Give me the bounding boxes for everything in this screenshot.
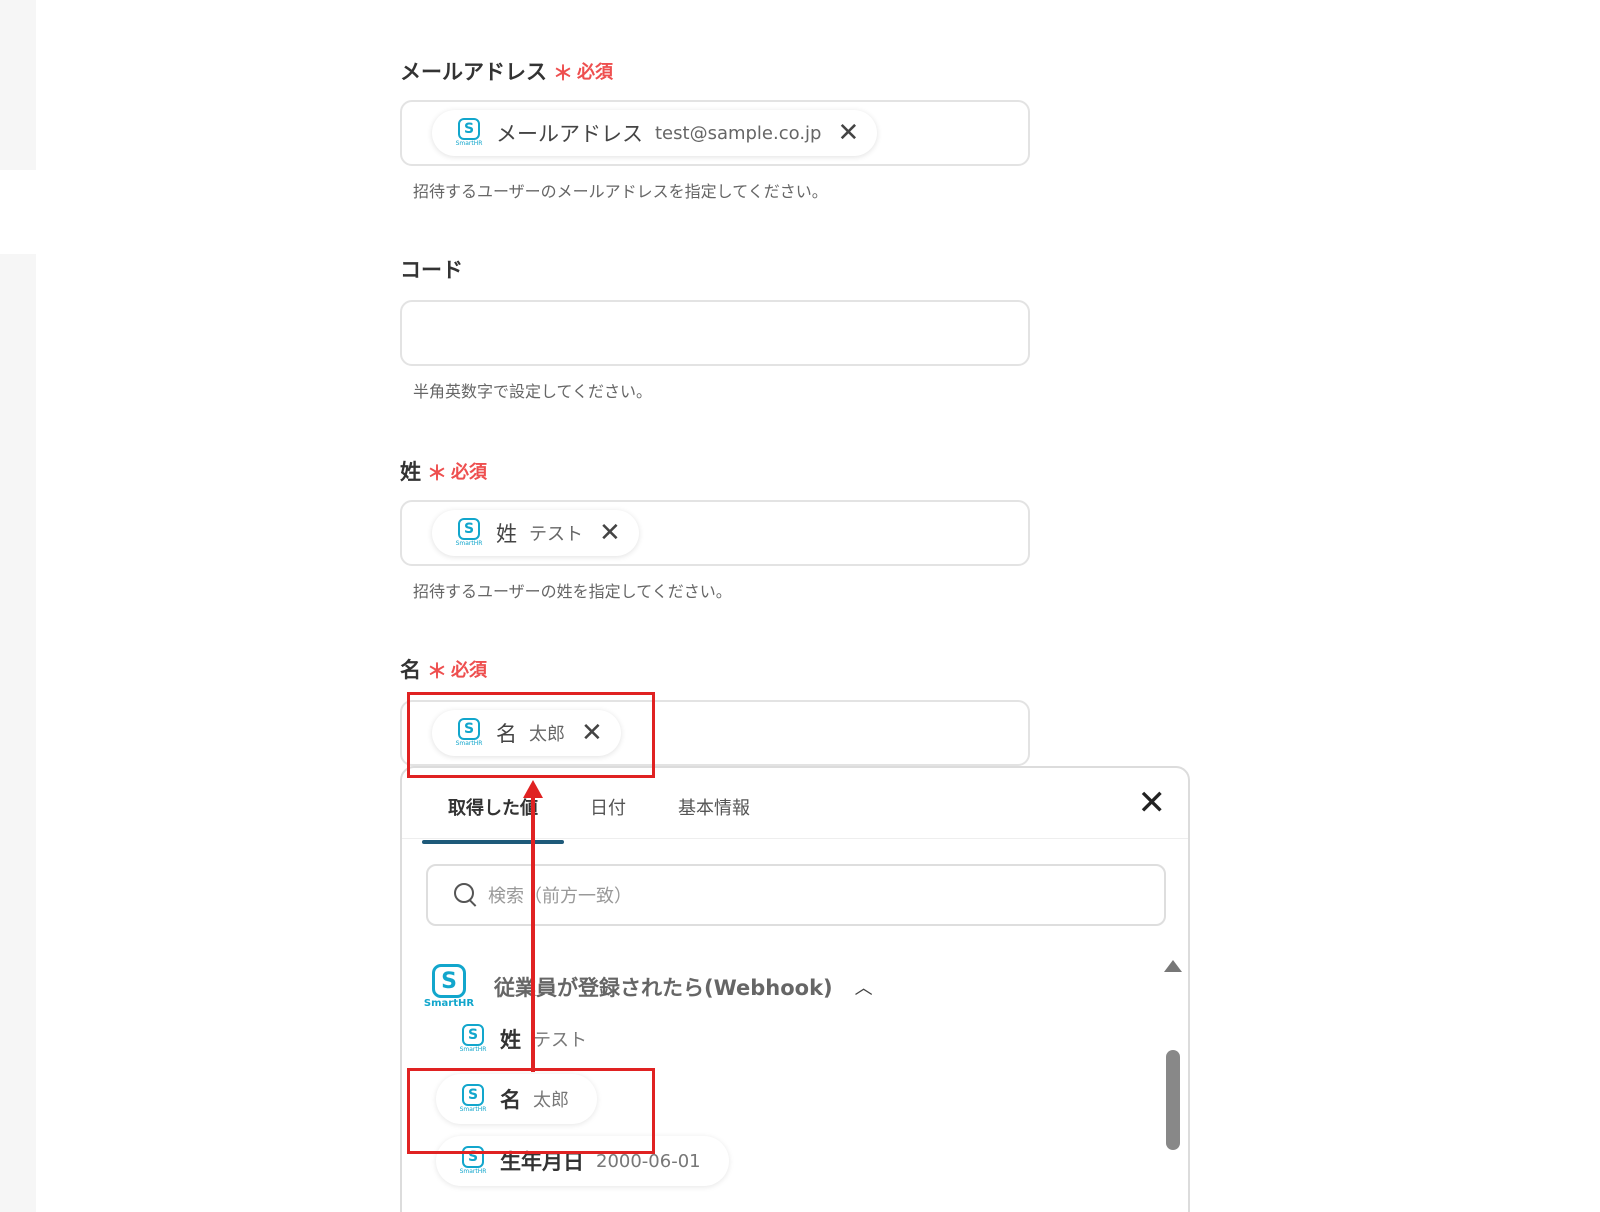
item-key: 姓 [500,1028,521,1052]
smarthr-icon: S SmartHR [454,518,484,548]
close-panel-icon[interactable]: ✕ [1138,786,1167,820]
smarthr-icon: S SmartHR [454,718,484,748]
list-item[interactable]: S SmartHR 姓 テスト [436,1014,615,1064]
first-name-label-text: 名 [400,658,421,682]
chip-value: テスト [529,524,583,545]
item-value: 太郎 [533,1090,569,1111]
code-hint: 半角英数字で設定してください。 [413,382,653,401]
code-label-text: コード [400,258,463,282]
required-badge: ＊必須 [427,655,487,684]
chip-label: 名 [496,722,517,746]
group-title: 従業員が登録されたら(Webhook) [494,976,833,1000]
panel-tabs: 取得した値 日付 基本情報 [422,782,776,844]
last-name-label: 姓 ＊必須 [400,456,487,486]
last-name-input[interactable]: S SmartHR 姓 テスト ✕ [400,500,1030,566]
panel-divider [402,838,1188,839]
page: メールアドレス ＊必須 S SmartHR メールアドレス test@sample… [0,0,1600,1212]
chevron-up-icon[interactable]: ︿ [855,974,873,1000]
item-value: 2000-06-01 [596,1150,701,1172]
smarthr-icon: S SmartHR [454,118,484,148]
remove-chip-icon[interactable]: ✕ [581,720,603,746]
required-badge: ＊必須 [427,457,487,486]
required-badge: ＊必須 [553,57,613,86]
smarthr-icon: S SmartHR [458,1084,488,1114]
sidebar-handle[interactable] [0,170,62,254]
first-name-label: 名 ＊必須 [400,654,487,684]
smarthr-icon: S SmartHR [458,1024,488,1054]
tab-date[interactable]: 日付 [564,782,652,832]
chip-value: 太郎 [529,724,565,745]
smarthr-icon: S SmartHR [424,964,474,1010]
item-value: テスト [533,1030,587,1051]
search-placeholder: 検索（前方一致） [488,886,632,907]
required-text: 必須 [451,660,487,681]
chip-value: test@sample.co.jp [655,122,822,144]
email-label-text: メールアドレス [400,60,547,84]
trigger-group-header[interactable]: S SmartHR 従業員が登録されたら(Webhook) ︿ [424,964,873,1010]
last-name-value-chip[interactable]: S SmartHR 姓 テスト ✕ [432,510,639,556]
email-label: メールアドレス ＊必須 [400,56,613,86]
value-picker-panel: 取得した値 日付 基本情報 ✕ 検索（前方一致） S SmartHR 従業員が登録… [400,766,1190,1212]
remove-chip-icon[interactable]: ✕ [599,520,621,546]
list-item[interactable]: S SmartHR 名 太郎 [436,1074,597,1124]
item-key: 名 [500,1088,521,1112]
required-star: ＊ [553,60,573,85]
item-key: 生年月日 [500,1150,584,1174]
tab-basic-info[interactable]: 基本情報 [652,782,776,832]
search-input[interactable]: 検索（前方一致） [426,864,1166,926]
first-name-input[interactable]: S SmartHR 名 太郎 ✕ [400,700,1030,766]
left-sidebar-strip [0,0,62,1212]
email-input[interactable]: S SmartHR メールアドレス test@sample.co.jp ✕ [400,100,1030,166]
required-star: ＊ [427,658,447,683]
arrow-up-icon [523,780,543,798]
last-name-hint: 招待するユーザーの姓を指定してください。 [413,582,732,601]
chip-label: メールアドレス [496,122,643,146]
list-item[interactable]: S SmartHR 生年月日 2000-06-01 [436,1136,729,1186]
smarthr-icon: S SmartHR [458,1146,488,1176]
chip-label: 姓 [496,522,517,546]
email-value-chip[interactable]: S SmartHR メールアドレス test@sample.co.jp ✕ [432,110,878,156]
required-text: 必須 [451,462,487,483]
remove-chip-icon[interactable]: ✕ [837,120,859,146]
last-name-label-text: 姓 [400,460,421,484]
annotation-arrow-line [531,796,535,1072]
code-label: コード [400,254,463,284]
scrollbar-thumb[interactable] [1166,1050,1180,1150]
required-text: 必須 [577,62,613,83]
email-hint: 招待するユーザーのメールアドレスを指定してください。 [413,182,828,201]
first-name-value-chip[interactable]: S SmartHR 名 太郎 ✕ [432,710,621,756]
search-icon [454,883,478,907]
code-input[interactable] [400,300,1030,366]
required-star: ＊ [427,460,447,485]
scroll-up-arrow-icon[interactable] [1164,960,1182,972]
